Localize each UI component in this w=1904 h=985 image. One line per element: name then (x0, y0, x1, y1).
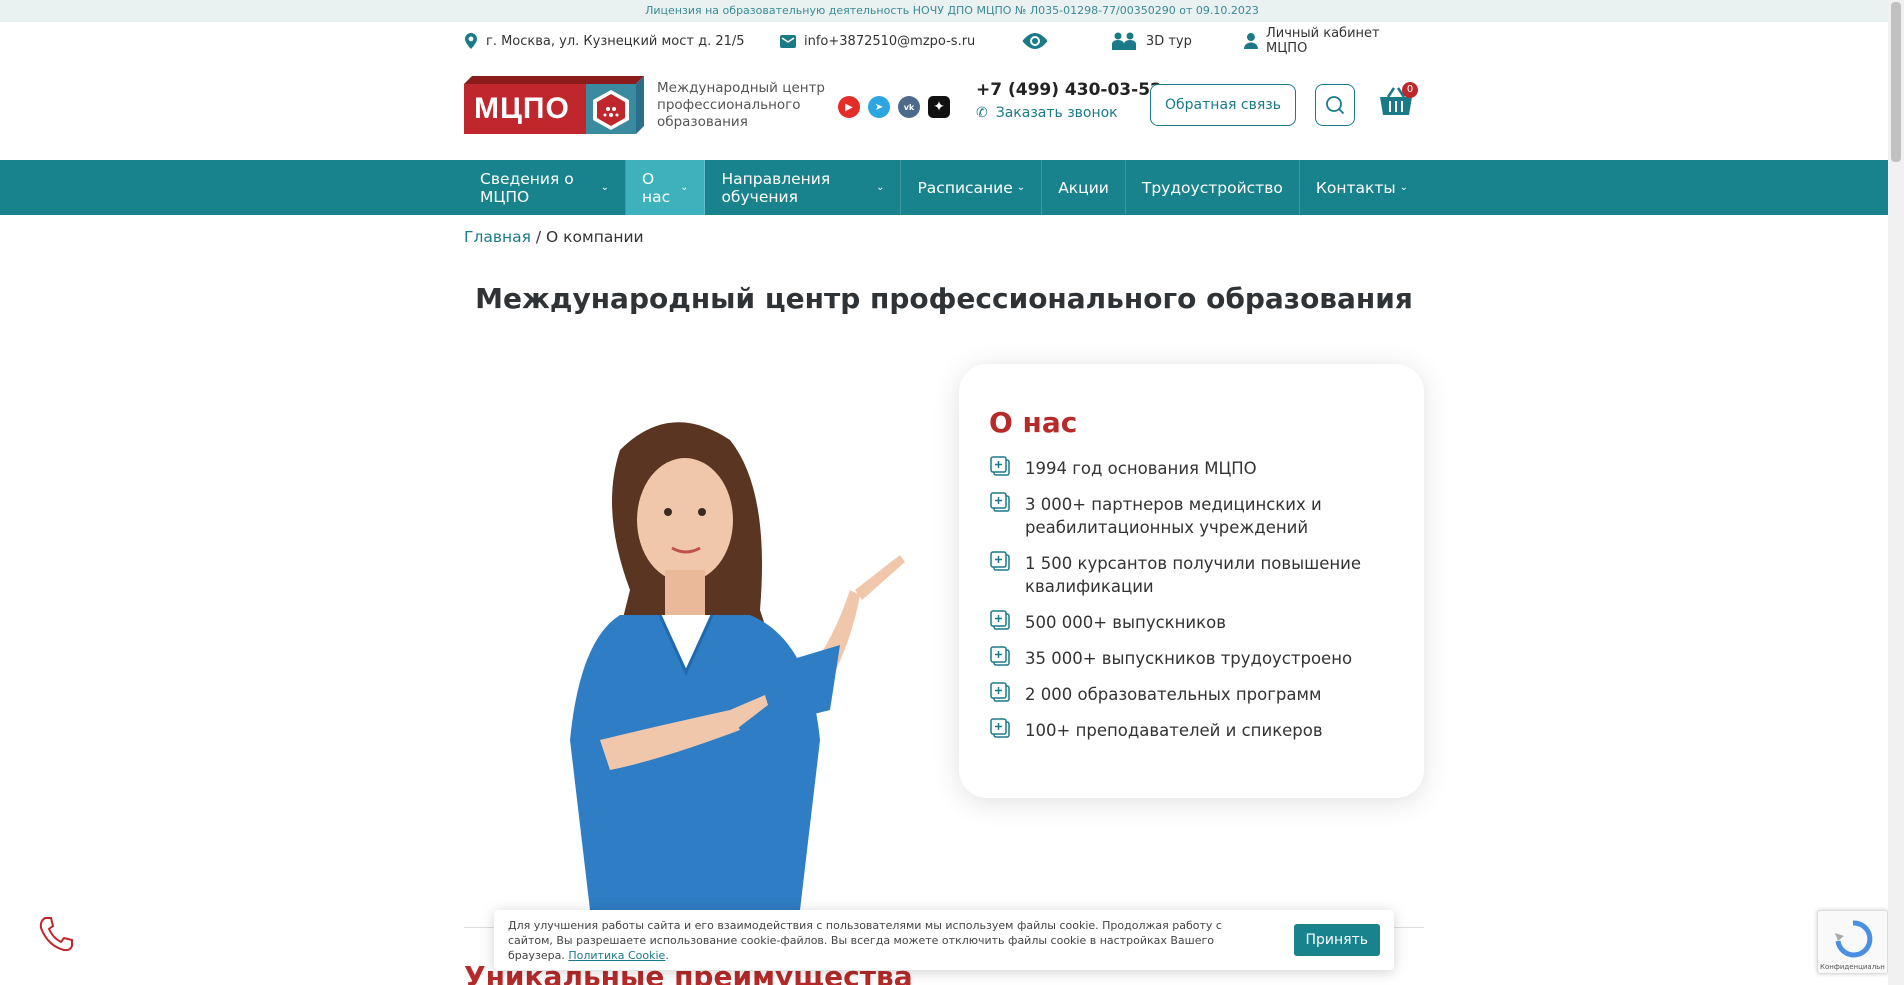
location-pin-icon (465, 33, 477, 49)
about-item-text: 500 000+ выпускников (1025, 613, 1226, 632)
nav-item-about-us[interactable]: О нас ⌄ (626, 160, 706, 215)
about-item-text: 3 000+ партнеров медицинских и реабилита… (1025, 495, 1322, 537)
list-item: 500 000+ выпускников (989, 610, 1394, 634)
logo-text: МЦПО (474, 92, 570, 125)
nav-label[interactable]: Направления обучения (721, 170, 872, 206)
breadcrumb-home[interactable]: Главная (464, 228, 531, 246)
nav-item-schedule[interactable]: Расписание ⌄ (901, 160, 1043, 215)
about-card: О нас 1994 год основания МЦПО 3 000+ пар… (959, 364, 1424, 798)
breadcrumb: Главная / О компании (464, 228, 1424, 246)
nav-item-about-mcpo[interactable]: Сведения о МЦПО ⌄ (464, 160, 627, 215)
about-item-text: 2 000 образовательных программ (1025, 685, 1322, 704)
chevron-down-icon: ⌄ (600, 182, 610, 193)
chevron-down-icon: ⌄ (876, 182, 885, 193)
topline: г. Москва, ул. Кузнецкий мост д. 21/5 in… (464, 26, 1424, 56)
email-link[interactable]: info+3872510@mzpo-s.ru (804, 34, 975, 49)
search-icon (1326, 96, 1345, 115)
address-text: г. Москва, ул. Кузнецкий мост д. 21/5 (486, 33, 745, 49)
nav-item-employment[interactable]: Трудоустройство (1126, 160, 1300, 215)
mail-icon (780, 34, 796, 48)
logo-tagline: Международный центр профессионального об… (657, 80, 826, 130)
cookie-text: Для улучшения работы сайта и его взаимод… (508, 918, 1222, 962)
plus-square-icon (990, 456, 1010, 476)
cabinet-label[interactable]: Личный кабинет МЦПО (1266, 26, 1424, 56)
nav-label[interactable]: Акции (1058, 179, 1109, 197)
address: г. Москва, ул. Кузнецкий мост д. 21/5 (464, 33, 780, 49)
email[interactable]: info+3872510@mzpo-s.ru (780, 34, 1020, 49)
about-item-text: 35 000+ выпускников трудоустроено (1025, 649, 1353, 668)
tour-link[interactable]: 3D тур (1110, 31, 1244, 51)
phone-handset-icon (39, 917, 73, 952)
nav-label[interactable]: О нас (642, 170, 676, 206)
cart-button[interactable]: 0 (1378, 82, 1418, 122)
nav-label[interactable]: Расписание (917, 179, 1012, 197)
logo[interactable]: МЦПО (464, 76, 644, 134)
chevron-down-icon: ⌄ (1016, 182, 1026, 193)
about-title: О нас (989, 406, 1078, 439)
recaptcha-label: Конфиденциальн (1820, 963, 1885, 971)
phone-icon: ✆ (976, 105, 988, 121)
list-item: 3 000+ партнеров медицинских и реабилита… (989, 492, 1394, 539)
3d-tour-icon (1111, 32, 1136, 50)
about-item-text: 100+ преподавателей и спикеров (1025, 721, 1323, 740)
vk-icon[interactable]: vk (898, 96, 920, 118)
recaptcha-badge[interactable]: Конфиденциальн (1817, 910, 1888, 974)
plus-square-icon (990, 646, 1010, 666)
scrollbar-thumb[interactable] (1891, 2, 1901, 162)
eye-icon[interactable] (1020, 32, 1050, 50)
plus-square-icon (990, 682, 1010, 702)
list-item: 35 000+ выпускников трудоустроено (989, 646, 1394, 670)
nav-item-contacts[interactable]: Контакты ⌄ (1300, 160, 1424, 215)
cookie-accept-button[interactable]: Принять (1293, 924, 1380, 956)
callback-label[interactable]: Заказать звонок (996, 105, 1118, 121)
breadcrumb-current: О компании (546, 228, 644, 246)
nav-label[interactable]: Трудоустройство (1142, 179, 1283, 197)
dzen-icon[interactable]: ✦ (928, 96, 950, 118)
about-list: 1994 год основания МЦПО 3 000+ партнеров… (989, 456, 1394, 742)
floating-call-button[interactable] (36, 914, 76, 954)
about-item-text: 1 500 курсантов получили повышение квали… (1025, 554, 1362, 596)
list-item: 1 500 курсантов получили повышение квали… (989, 551, 1394, 598)
recaptcha-icon (1835, 920, 1873, 958)
cookie-policy-link[interactable]: Политика Cookie (568, 949, 665, 962)
nav-item-directions[interactable]: Направления обучения ⌄ (705, 160, 902, 215)
plus-square-icon (990, 551, 1010, 571)
plus-square-icon (990, 718, 1010, 738)
page-title: Международный центр профессионального об… (475, 282, 1413, 315)
phone-block: +7 (499) 430-03-52 ✆ Заказать звонок (976, 80, 1162, 121)
nav-label[interactable]: Сведения о МЦПО (480, 170, 597, 206)
list-item: 1994 год основания МЦПО (989, 456, 1394, 480)
main-nav: Сведения о МЦПО ⌄ О нас ⌄ Направления обуч… (0, 160, 1888, 215)
list-item: 2 000 образовательных программ (989, 682, 1394, 706)
plus-square-icon (990, 492, 1010, 512)
list-item: 100+ преподавателей и спикеров (989, 718, 1394, 742)
user-icon (1244, 33, 1258, 49)
cookie-banner: Для улучшения работы сайта и его взаимод… (494, 910, 1394, 970)
youtube-icon[interactable]: ▶ (838, 96, 860, 118)
scrollbar[interactable] (1888, 0, 1904, 985)
telegram-icon[interactable]: ➤ (868, 96, 890, 118)
doctor-photo (500, 410, 920, 910)
cart-count-badge: 0 (1402, 82, 1418, 98)
nav-item-promotions[interactable]: Акции (1042, 160, 1126, 215)
accessibility-toggle[interactable] (1020, 32, 1109, 50)
chevron-down-icon: ⌄ (1399, 182, 1408, 193)
nav-label[interactable]: Контакты (1316, 179, 1396, 197)
plus-square-icon (990, 610, 1010, 630)
search-button[interactable] (1315, 84, 1355, 126)
social-links: ▶ ➤ vk ✦ (838, 96, 950, 118)
header: МЦПО Международный центр профессионально… (464, 74, 1424, 154)
breadcrumb-separator: / (530, 228, 547, 246)
tour-label[interactable]: 3D тур (1146, 34, 1192, 49)
about-item-text: 1994 год основания МЦПО (1025, 459, 1257, 478)
phone-number[interactable]: +7 (499) 430-03-52 (976, 80, 1162, 100)
callback-link[interactable]: ✆ Заказать звонок (976, 105, 1162, 121)
cabinet-link[interactable]: Личный кабинет МЦПО (1244, 26, 1424, 56)
chevron-down-icon: ⌄ (680, 182, 689, 193)
license-bar: Лицензия на образовательную деятельность… (0, 0, 1904, 22)
feedback-button[interactable]: Обратная связь (1150, 84, 1296, 126)
